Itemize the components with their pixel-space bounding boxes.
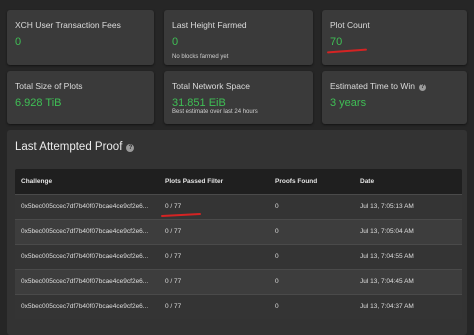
challenge-cell: 0x5bec005ccec7df7b40f07bcae4ce9cf2e6... (21, 278, 149, 285)
card-label: Last Height Farmed (172, 20, 247, 30)
red-underline-annotation (326, 48, 368, 54)
card-plot-count: Plot Count 70 (322, 10, 467, 65)
card-network-space: Total Network Space 31.851 EiB Best esti… (164, 71, 313, 124)
card-subtext: Best estimate over last 24 hours (172, 109, 258, 115)
card-value: 0 (15, 36, 22, 48)
date-cell: Jul 13, 7:05:04 AM (360, 228, 414, 235)
challenge-cell: 0x5bec005ccec7df7b40f07bcae4ce9cf2e6... (21, 303, 149, 310)
table-row: 0x5bec005ccec7df7b40f07bcae4ce9cf2e6... … (15, 194, 462, 219)
red-underline-annotation (160, 212, 202, 218)
card-value: 3 years (330, 97, 367, 109)
proofs-found-cell: 0 (275, 253, 279, 260)
challenge-cell: 0x5bec005ccec7df7b40f07bcae4ce9cf2e6... (21, 253, 149, 260)
date-cell: Jul 13, 7:04:55 AM (360, 253, 414, 260)
card-xch-fees: XCH User Transaction Fees 0 (7, 10, 154, 65)
panel-title: Last Attempted Proof (15, 141, 123, 153)
proofs-found-cell: 0 (275, 278, 279, 285)
plots-passed-cell: 0 / 77 (165, 228, 182, 235)
card-value: 31.851 EiB (172, 97, 226, 109)
date-cell: Jul 13, 7:04:37 AM (360, 303, 414, 310)
proofs-found-cell: 0 (275, 303, 279, 310)
date-cell: Jul 13, 7:04:45 AM (360, 278, 414, 285)
question-circle-icon[interactable]: ? (419, 84, 427, 91)
card-label: Estimated Time to Win (330, 81, 416, 91)
last-attempted-proof-panel: Last Attempted Proof? Challenge Plots Pa… (7, 130, 467, 335)
table-row: 0x5bec005ccec7df7b40f07bcae4ce9cf2e6... … (15, 219, 462, 244)
proofs-found-cell: 0 (275, 228, 279, 235)
card-label: Total Network Space (172, 81, 250, 91)
card-value: 0 (172, 36, 179, 48)
question-circle-icon[interactable]: ? (126, 144, 135, 152)
card-value: 6.928 TiB (15, 97, 62, 109)
card-value: 70 (330, 36, 343, 48)
column-header-proofs-found: Proofs Found (275, 178, 318, 185)
proofs-found-cell: 0 (275, 203, 279, 210)
plots-passed-cell: 0 / 77 (165, 278, 182, 285)
card-label-wrap: Estimated Time to Win? (330, 81, 427, 91)
card-label: XCH User Transaction Fees (15, 20, 121, 30)
card-label: Plot Count (330, 20, 370, 30)
date-cell: Jul 13, 7:05:13 AM (360, 203, 414, 210)
column-header-challenge: Challenge (21, 178, 53, 185)
column-header-date: Date (360, 178, 375, 185)
challenge-cell: 0x5bec005ccec7df7b40f07bcae4ce9cf2e6... (21, 203, 149, 210)
proof-table: Challenge Plots Passed Filter Proofs Fou… (15, 169, 462, 319)
table-row: 0x5bec005ccec7df7b40f07bcae4ce9cf2e6... … (15, 269, 462, 294)
card-label: Total Size of Plots (15, 81, 83, 91)
table-row: 0x5bec005ccec7df7b40f07bcae4ce9cf2e6... … (15, 294, 462, 319)
card-last-height: Last Height Farmed 0 No blocks farmed ye… (164, 10, 313, 65)
card-subtext: No blocks farmed yet (172, 54, 229, 60)
challenge-cell: 0x5bec005ccec7df7b40f07bcae4ce9cf2e6... (21, 228, 149, 235)
card-estimated-time: Estimated Time to Win? 3 years (322, 71, 467, 124)
plots-passed-cell: 0 / 77 (165, 253, 182, 260)
plots-passed-cell: 0 / 77 (165, 303, 182, 310)
table-header: Challenge Plots Passed Filter Proofs Fou… (15, 169, 462, 194)
column-header-plots-passed: Plots Passed Filter (165, 178, 224, 185)
panel-title-wrap: Last Attempted Proof? (15, 141, 135, 153)
plots-passed-cell: 0 / 77 (165, 203, 182, 210)
card-total-size: Total Size of Plots 6.928 TiB (7, 71, 154, 124)
table-row: 0x5bec005ccec7df7b40f07bcae4ce9cf2e6... … (15, 244, 462, 269)
